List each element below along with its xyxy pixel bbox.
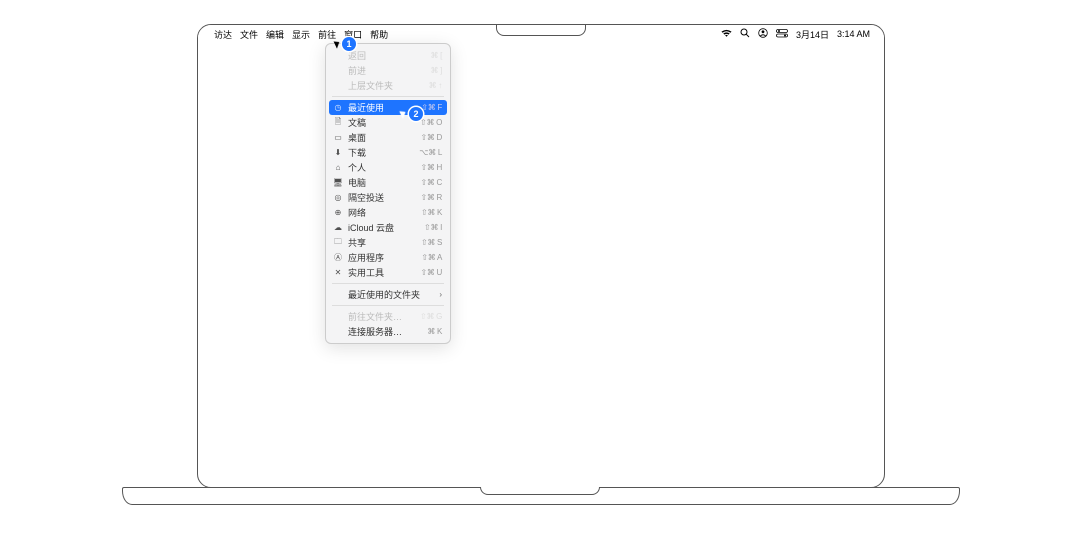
menu-item-network[interactable]: ⊕ 网络 ⇧⌘ K	[326, 205, 450, 220]
menu-item-recents[interactable]: ◷ 最近使用 ⇧⌘ F	[329, 100, 447, 115]
chevron-right-icon: ›	[439, 290, 442, 299]
home-icon: ⌂	[332, 163, 344, 172]
menu-separator	[332, 283, 444, 284]
menu-item-back[interactable]: • 返回 ⌘ [	[326, 48, 450, 63]
menu-item-documents[interactable]: 🗎 文稿 ⇧⌘ O	[326, 115, 450, 130]
menu-item-enclosing[interactable]: • 上层文件夹 ⌘ ↑	[326, 78, 450, 93]
menu-item-airdrop[interactable]: ◎ 隔空投送 ⇧⌘ R	[326, 190, 450, 205]
menubar-date[interactable]: 3月14日	[796, 28, 829, 41]
apps-icon: Ⓐ	[332, 252, 344, 263]
shared-icon: 🗀	[332, 236, 344, 250]
menu-file[interactable]: 文件	[240, 28, 258, 41]
menu-item-home[interactable]: ⌂ 个人 ⇧⌘ H	[326, 160, 450, 175]
laptop-screen: 访达 文件 编辑 显示 前往 窗口 帮助 3月14日 3:14 AM	[197, 24, 885, 488]
annotation-marker-1: 1	[342, 37, 356, 51]
utilities-icon: ✕	[332, 268, 344, 277]
control-center-icon[interactable]	[776, 29, 788, 40]
download-icon: ⬇	[332, 148, 344, 157]
menu-item-applications[interactable]: Ⓐ 应用程序 ⇧⌘ A	[326, 250, 450, 265]
search-icon[interactable]	[740, 28, 750, 40]
wifi-icon[interactable]	[721, 29, 732, 40]
computer-icon: 🖥	[332, 178, 344, 187]
menu-separator	[332, 96, 444, 97]
menu-item-utilities[interactable]: ✕ 实用工具 ⇧⌘ U	[326, 265, 450, 280]
menu-go[interactable]: 前往	[318, 28, 336, 41]
menu-separator	[332, 305, 444, 306]
menu-item-goto-folder[interactable]: • 前往文件夹… ⇧⌘ G	[326, 309, 450, 324]
menu-item-recent-folders[interactable]: • 最近使用的文件夹 ›	[326, 287, 450, 302]
menu-item-computer[interactable]: 🖥 电脑 ⇧⌘ C	[326, 175, 450, 190]
laptop-trackpad-notch	[480, 487, 600, 495]
menubar-time[interactable]: 3:14 AM	[837, 29, 870, 39]
network-icon: ⊕	[332, 208, 344, 217]
menu-item-icloud[interactable]: ☁ iCloud 云盘 ⇧⌘ I	[326, 220, 450, 235]
menu-finder[interactable]: 访达	[214, 28, 232, 41]
user-icon[interactable]	[758, 28, 768, 40]
annotation-marker-2: 2	[409, 107, 423, 121]
desktop-icon: ▭	[332, 133, 344, 142]
menu-item-forward[interactable]: • 前进 ⌘ ]	[326, 63, 450, 78]
menu-edit[interactable]: 编辑	[266, 28, 284, 41]
clock-icon: ◷	[332, 103, 344, 112]
menu-help[interactable]: 帮助	[370, 28, 388, 41]
screen-notch	[496, 24, 586, 36]
menu-item-shared[interactable]: 🗀 共享 ⇧⌘ S	[326, 235, 450, 250]
cloud-icon: ☁	[332, 223, 344, 232]
menu-view[interactable]: 显示	[292, 28, 310, 41]
menu-item-connect-server[interactable]: • 连接服务器… ⌘ K	[326, 324, 450, 339]
airdrop-icon: ◎	[332, 193, 344, 202]
go-menu-dropdown: • 返回 ⌘ [ • 前进 ⌘ ] • 上层文件夹 ⌘ ↑ ◷ 最近使用 ⇧⌘ …	[325, 43, 451, 344]
menu-item-downloads[interactable]: ⬇ 下载 ⌥⌘ L	[326, 145, 450, 160]
document-icon: 🗎	[332, 116, 344, 130]
menu-item-desktop[interactable]: ▭ 桌面 ⇧⌘ D	[326, 130, 450, 145]
